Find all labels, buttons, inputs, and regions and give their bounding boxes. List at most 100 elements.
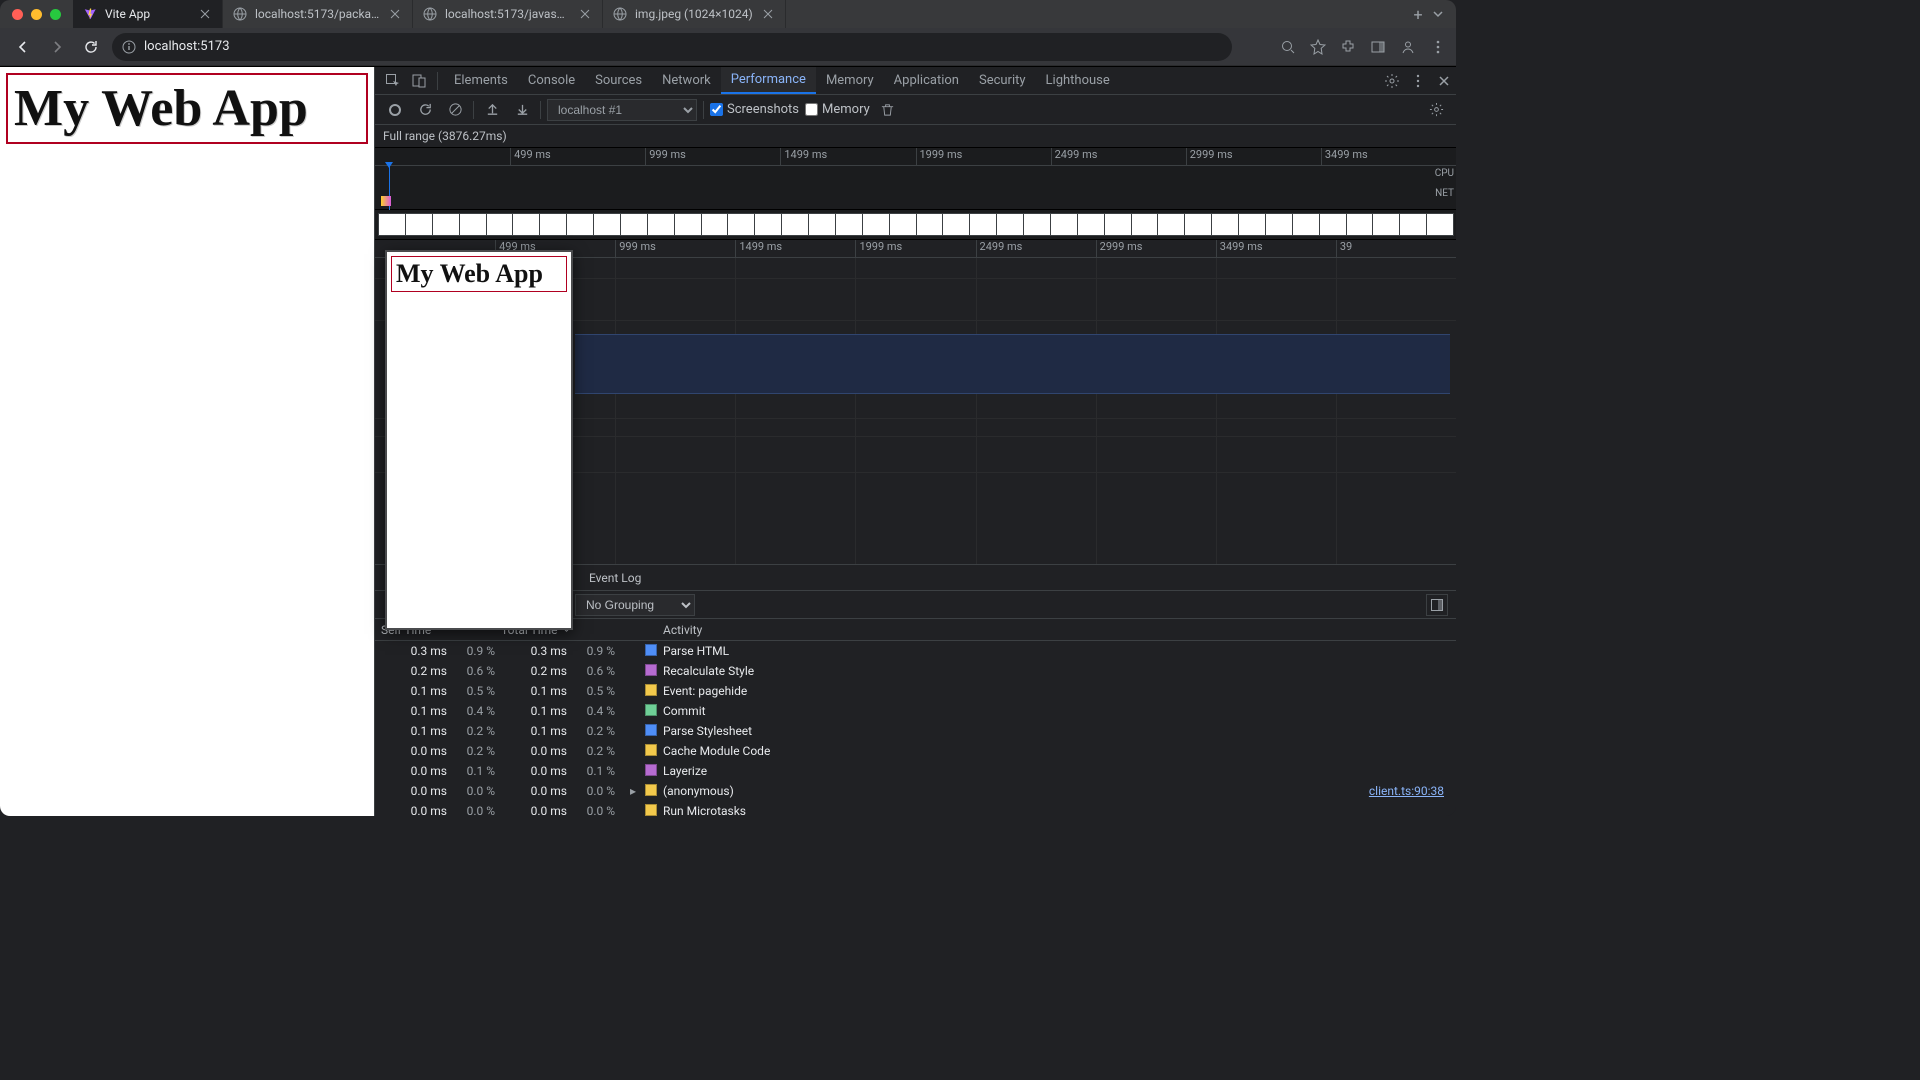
event-log-row[interactable]: 0.1 ms0.5 %0.1 ms0.5 %Event: pagehide (375, 681, 1456, 701)
grouping-select[interactable]: No Grouping (575, 594, 695, 616)
filmstrip-thumb[interactable] (459, 213, 487, 236)
filmstrip-thumb[interactable] (1265, 213, 1293, 236)
filmstrip-thumb[interactable] (916, 213, 944, 236)
inspect-element-icon[interactable] (381, 69, 405, 93)
tab-overflow-button[interactable] (1432, 8, 1444, 20)
event-log-row[interactable]: 0.0 ms0.1 %0.0 ms0.1 %Layerize (375, 761, 1456, 781)
col-activity[interactable]: Activity (663, 623, 1340, 637)
profile-icon[interactable] (1400, 39, 1416, 55)
source-link[interactable]: client.ts:90:38 (1340, 784, 1450, 798)
filmstrip-thumb[interactable] (781, 213, 809, 236)
devtools-tab-security[interactable]: Security (969, 67, 1036, 94)
browser-tab[interactable]: Vite App (73, 0, 223, 28)
browser-tab[interactable]: img.jpeg (1024×1024) (603, 0, 786, 28)
sidepanel-icon[interactable] (1370, 39, 1386, 55)
forward-button[interactable] (44, 34, 70, 60)
close-tab-icon[interactable] (388, 7, 402, 21)
devtools-tab-application[interactable]: Application (884, 67, 969, 94)
clear-button[interactable] (443, 98, 467, 122)
filmstrip-thumb[interactable] (1077, 213, 1105, 236)
address-bar[interactable]: localhost:5173 (112, 33, 1232, 61)
filmstrip[interactable] (375, 210, 1456, 240)
event-log-table[interactable]: Self Time Total Time Activity 0.3 ms0.9 … (375, 619, 1456, 816)
filmstrip-thumb[interactable] (593, 213, 621, 236)
filmstrip-thumb[interactable] (647, 213, 675, 236)
settings-icon[interactable] (1380, 69, 1404, 93)
filmstrip-thumb[interactable] (620, 213, 648, 236)
close-tab-icon[interactable] (761, 7, 775, 21)
event-log-row[interactable]: 0.0 ms0.2 %0.0 ms0.2 %Cache Module Code (375, 741, 1456, 761)
filmstrip-thumb[interactable] (754, 213, 782, 236)
devtools-tab-memory[interactable]: Memory (816, 67, 884, 94)
filmstrip-thumb[interactable] (1131, 213, 1159, 236)
fullscreen-window-button[interactable] (50, 9, 61, 20)
devtools-tab-console[interactable]: Console (518, 67, 585, 94)
filmstrip-thumb[interactable] (539, 213, 567, 236)
close-window-button[interactable] (12, 9, 23, 20)
overview-timeline[interactable]: 499 ms999 ms1499 ms1999 ms2499 ms2999 ms… (375, 148, 1456, 210)
browser-tab[interactable]: localhost:5173/package.json (223, 0, 413, 28)
close-tab-icon[interactable] (198, 7, 212, 21)
filmstrip-thumb[interactable] (1238, 213, 1266, 236)
flame-chart[interactable]: My Web App (375, 258, 1456, 564)
close-tab-icon[interactable] (578, 7, 592, 21)
filmstrip-thumb[interactable] (378, 213, 406, 236)
close-devtools-icon[interactable] (1432, 69, 1456, 93)
filmstrip-thumb[interactable] (1346, 213, 1374, 236)
toggle-details-icon[interactable] (1426, 594, 1448, 616)
filmstrip-thumb[interactable] (808, 213, 836, 236)
filmstrip-thumb[interactable] (566, 213, 594, 236)
event-log-row[interactable]: 0.2 ms0.6 %0.2 ms0.6 %Recalculate Style (375, 661, 1456, 681)
site-info-icon[interactable] (122, 40, 136, 54)
filmstrip-thumb[interactable] (969, 213, 997, 236)
reload-button[interactable] (78, 34, 104, 60)
overview-ruler[interactable]: 499 ms999 ms1499 ms1999 ms2499 ms2999 ms… (375, 148, 1456, 166)
filmstrip-thumb[interactable] (701, 213, 729, 236)
filmstrip-thumb[interactable] (996, 213, 1024, 236)
devtools-tab-elements[interactable]: Elements (444, 67, 518, 94)
device-toggle-icon[interactable] (407, 69, 431, 93)
memory-checkbox[interactable]: Memory (805, 102, 870, 117)
event-log-row[interactable]: 0.0 ms0.0 %0.0 ms0.0 %Run Microtasks (375, 801, 1456, 816)
filmstrip-thumb[interactable] (1426, 213, 1454, 236)
extensions-icon[interactable] (1340, 39, 1356, 55)
filmstrip-thumb[interactable] (1184, 213, 1212, 236)
filmstrip-thumb[interactable] (1292, 213, 1320, 236)
filmstrip-thumb[interactable] (1104, 213, 1132, 236)
filmstrip-thumb[interactable] (1023, 213, 1051, 236)
filmstrip-thumb[interactable] (942, 213, 970, 236)
filmstrip-thumb[interactable] (486, 213, 514, 236)
main-thread-band[interactable] (575, 334, 1450, 394)
filmstrip-thumb[interactable] (512, 213, 540, 236)
drawer-tab-eventlog[interactable]: Event Log (585, 565, 645, 590)
expand-toggle-icon[interactable]: ▸ (621, 784, 645, 798)
new-tab-button[interactable]: + (1404, 5, 1432, 24)
filmstrip-thumb[interactable] (432, 213, 460, 236)
devtools-tab-network[interactable]: Network (652, 67, 721, 94)
save-profile-icon[interactable] (510, 98, 534, 122)
event-log-row[interactable]: 0.1 ms0.4 %0.1 ms0.4 %Commit (375, 701, 1456, 721)
screenshots-checkbox[interactable]: Screenshots (710, 102, 799, 117)
back-button[interactable] (10, 34, 36, 60)
bookmark-icon[interactable] (1310, 39, 1326, 55)
devtools-tab-performance[interactable]: Performance (721, 67, 816, 94)
minimize-window-button[interactable] (31, 9, 42, 20)
reload-record-button[interactable] (413, 98, 437, 122)
zoom-icon[interactable] (1280, 39, 1296, 55)
kebab-menu-icon[interactable] (1406, 69, 1430, 93)
load-profile-icon[interactable] (480, 98, 504, 122)
filmstrip-thumb[interactable] (1157, 213, 1185, 236)
browser-tab[interactable]: localhost:5173/javascript.svg (413, 0, 603, 28)
filmstrip-thumb[interactable] (405, 213, 433, 236)
event-log-row[interactable]: 0.3 ms0.9 %0.3 ms0.9 %Parse HTML (375, 641, 1456, 661)
gc-button[interactable] (876, 98, 900, 122)
filmstrip-thumb[interactable] (1372, 213, 1400, 236)
filmstrip-thumb[interactable] (1399, 213, 1427, 236)
filmstrip-thumb[interactable] (835, 213, 863, 236)
menu-icon[interactable] (1430, 39, 1446, 55)
event-log-row[interactable]: 0.1 ms0.2 %0.1 ms0.2 %Parse Stylesheet (375, 721, 1456, 741)
filmstrip-thumb[interactable] (727, 213, 755, 236)
filmstrip-thumb[interactable] (1050, 213, 1078, 236)
filmstrip-thumb[interactable] (1211, 213, 1239, 236)
filmstrip-thumb[interactable] (674, 213, 702, 236)
